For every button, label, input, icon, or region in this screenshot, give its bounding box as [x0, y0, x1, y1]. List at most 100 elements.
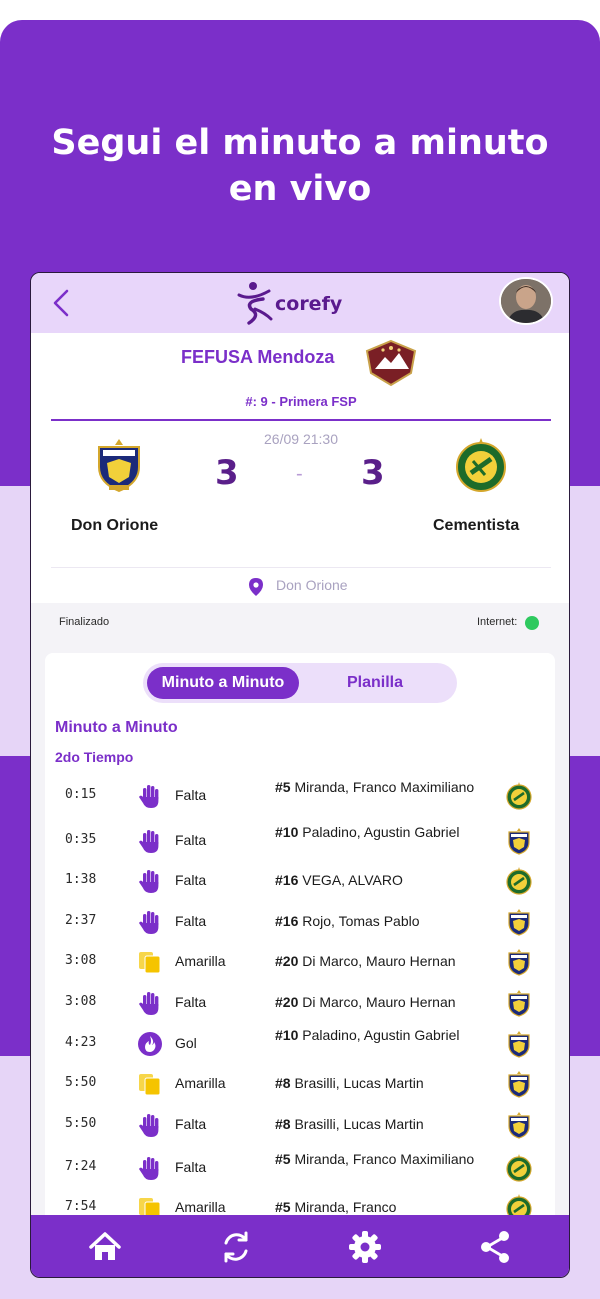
- event-minute: 7:24: [65, 1159, 97, 1174]
- event-player-number: #16: [275, 872, 299, 888]
- away-team-crest-icon: [456, 438, 506, 492]
- home-team-crest-icon: [98, 439, 140, 493]
- bottom-navbar: [31, 1215, 569, 1277]
- event-player-name: Paladino, Agustin Gabriel: [298, 824, 460, 840]
- event-type: Gol: [175, 1035, 197, 1051]
- event-player: #5 Miranda, Franco: [275, 1199, 495, 1216]
- event-player-number: #20: [275, 953, 299, 969]
- event-player: #20 Di Marco, Mauro Hernan: [275, 994, 495, 1011]
- event-type: Amarilla: [175, 953, 226, 969]
- user-avatar[interactable]: [499, 277, 553, 325]
- away-team-name: Cementista: [433, 517, 520, 534]
- home-team-name: Don Orione: [71, 517, 159, 534]
- home-team-crest-icon: [505, 948, 533, 976]
- event-row[interactable]: 5:50 Amarilla #8 Brasilli, Lucas Martin: [45, 1071, 555, 1111]
- event-player: #8 Brasilli, Lucas Martin: [275, 1116, 495, 1133]
- internet-label: Internet:: [477, 616, 518, 628]
- section-title: Minuto a Minuto: [55, 719, 178, 736]
- event-type: Falta: [175, 913, 207, 929]
- score-separator: -: [296, 463, 303, 485]
- tab-minuto-a-minuto[interactable]: Minuto a Minuto: [147, 667, 299, 699]
- home-team-crest-icon: [505, 908, 533, 936]
- event-minute: 0:35: [65, 832, 97, 847]
- phone-screen: corefy FEFUSA Mendoza #: 9 - Primera FSP…: [30, 272, 570, 1278]
- event-type: Falta: [175, 832, 207, 848]
- event-type: Falta: [175, 1159, 207, 1175]
- event-player-name: Di Marco, Mauro Hernan: [298, 994, 456, 1010]
- event-type: Falta: [175, 1116, 207, 1132]
- event-row[interactable]: 0:15 Falta #5 Miranda, Franco Maximiliano: [45, 779, 555, 823]
- view-toggle: Minuto a Minuto Planilla: [143, 663, 457, 703]
- event-player-name: Paladino, Agustin Gabriel: [298, 1027, 460, 1043]
- app-topbar: corefy: [31, 273, 569, 333]
- event-row[interactable]: 3:08 Amarilla #20 Di Marco, Mauro Hernan: [45, 949, 555, 989]
- event-player-name: Miranda, Franco: [290, 1199, 397, 1215]
- event-player-number: #20: [275, 994, 299, 1010]
- back-arrow-icon[interactable]: [49, 287, 77, 319]
- event-row[interactable]: 0:35 Falta #10 Paladino, Agustin Gabriel: [45, 824, 555, 868]
- event-row[interactable]: 7:24 Falta #5 Miranda, Franco Maximiliano: [45, 1151, 555, 1195]
- event-minute: 4:23: [65, 1035, 97, 1050]
- event-player-name: Brasilli, Lucas Martin: [290, 1116, 424, 1132]
- event-player-name: Rojo, Tomas Pablo: [298, 913, 420, 929]
- event-row[interactable]: 3:08 Falta #20 Di Marco, Mauro Hernan: [45, 990, 555, 1030]
- event-minute: 2:37: [65, 913, 97, 928]
- event-player-name: Brasilli, Lucas Martin: [290, 1075, 424, 1091]
- event-player-number: #5: [275, 1151, 291, 1167]
- event-row[interactable]: 5:50 Falta #8 Brasilli, Lucas Martin: [45, 1112, 555, 1152]
- event-player-number: #10: [275, 1027, 299, 1043]
- card-divider: [51, 419, 551, 421]
- away-team-crest-icon: [505, 782, 533, 810]
- share-icon[interactable]: [473, 1225, 517, 1269]
- event-player-number: #8: [275, 1075, 291, 1091]
- hand-icon: [137, 868, 163, 894]
- home-team-crest-icon: [505, 1111, 533, 1139]
- match-status: Finalizado: [59, 616, 110, 628]
- event-player-number: #8: [275, 1116, 291, 1132]
- card-divider-light: [51, 567, 551, 568]
- event-player: #10 Paladino, Agustin Gabriel: [275, 1027, 495, 1044]
- event-player-number: #16: [275, 913, 299, 929]
- away-score: 3: [361, 453, 385, 493]
- internet-status-dot: [525, 616, 539, 630]
- hand-icon: [137, 828, 163, 854]
- match-round: #: 9 - Primera FSP: [245, 394, 357, 409]
- event-player: #16 VEGA, ALVARO: [275, 872, 495, 889]
- match-card: FEFUSA Mendoza #: 9 - Primera FSP 26/09 …: [31, 333, 569, 603]
- event-type: Falta: [175, 994, 207, 1010]
- location-pin-icon: [249, 578, 263, 596]
- events-panel: Minuto a Minuto Planilla Minuto a Minuto…: [45, 653, 555, 1243]
- yellow-card-icon: [137, 1071, 163, 1097]
- event-row[interactable]: 1:38 Falta #16 VEGA, ALVARO: [45, 867, 555, 908]
- event-minute: 5:50: [65, 1075, 97, 1090]
- away-team-crest-icon: [505, 867, 533, 895]
- venue-name: Don Orione: [276, 577, 348, 593]
- event-minute: 5:50: [65, 1116, 97, 1131]
- hand-icon: [137, 909, 163, 935]
- hand-icon: [137, 783, 163, 809]
- promo-headline-line1: Segui el minuto a minuto: [51, 123, 549, 163]
- event-player: #8 Brasilli, Lucas Martin: [275, 1075, 495, 1092]
- event-player: #20 Di Marco, Mauro Hernan: [275, 953, 495, 970]
- gear-icon[interactable]: [343, 1225, 387, 1269]
- avatar-photo-icon: [501, 279, 551, 323]
- home-team-crest-icon: [505, 989, 533, 1017]
- event-minute: 1:38: [65, 872, 97, 887]
- goal-icon: [137, 1031, 163, 1057]
- event-player: #5 Miranda, Franco Maximiliano: [275, 779, 495, 796]
- half-title: 2do Tiempo: [55, 749, 134, 765]
- away-team-crest-icon: [505, 1154, 533, 1182]
- tab-planilla[interactable]: Planilla: [315, 667, 435, 699]
- event-minute: 0:15: [65, 787, 97, 802]
- event-row[interactable]: 4:23 Gol #10 Paladino, Agustin Gabriel: [45, 1027, 555, 1071]
- refresh-icon[interactable]: [214, 1225, 258, 1269]
- event-player: #10 Paladino, Agustin Gabriel: [275, 824, 495, 841]
- event-player-number: #5: [275, 1199, 291, 1215]
- hand-icon: [137, 1155, 163, 1181]
- event-type: Amarilla: [175, 1199, 226, 1215]
- home-icon[interactable]: [83, 1225, 127, 1269]
- event-row[interactable]: 2:37 Falta #16 Rojo, Tomas Pablo: [45, 909, 555, 949]
- event-player-name: Di Marco, Mauro Hernan: [298, 953, 456, 969]
- hand-icon: [137, 990, 163, 1016]
- home-team-crest-icon: [505, 827, 533, 855]
